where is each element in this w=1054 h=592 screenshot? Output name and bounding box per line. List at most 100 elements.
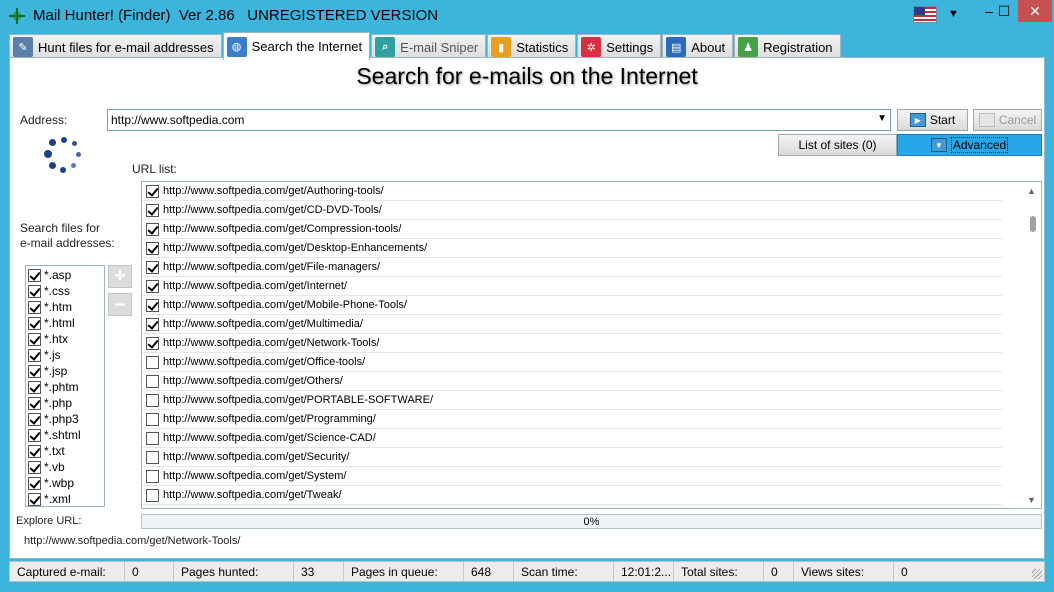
start-button[interactable]: ▶ Start [897, 109, 968, 131]
extension-list: *.asp *.css *.htm *.html *.htx *.js *.js… [25, 265, 105, 507]
cancel-button-label: Cancel [998, 113, 1037, 127]
list-item[interactable]: *.txt [26, 443, 104, 459]
checkbox[interactable] [28, 396, 41, 410]
tab-registration[interactable]: ♟ Registration [734, 34, 841, 59]
extension-label: *.htm [44, 300, 73, 314]
remove-extension-button[interactable]: – [108, 293, 132, 316]
tab-search-internet[interactable]: ◍ Search the Internet [222, 32, 371, 60]
list-item[interactable]: *.htx [26, 331, 104, 347]
table-row[interactable]: http://www.softpedia.com/get/PORTABLE-SO… [142, 391, 1002, 410]
url-list-scrollbar[interactable]: ▲ ▼ [1024, 182, 1041, 508]
list-item[interactable]: *.xml [26, 491, 104, 507]
checkbox[interactable] [146, 355, 159, 369]
url-text: http://www.softpedia.com/get/Multimedia/ [163, 318, 363, 330]
table-row[interactable]: http://www.softpedia.com/get/Desktop-Enh… [142, 239, 1002, 258]
list-item[interactable]: *.jsp [26, 363, 104, 379]
checkbox[interactable] [146, 241, 159, 255]
language-dropdown-icon[interactable]: ▼ [948, 8, 959, 20]
checkbox[interactable] [28, 492, 41, 506]
table-row[interactable]: http://www.softpedia.com/get/Multimedia/ [142, 315, 1002, 334]
chevron-down-icon[interactable]: ▼ [877, 113, 887, 124]
checkbox[interactable] [146, 279, 159, 293]
scroll-down-icon[interactable]: ▼ [1027, 495, 1036, 505]
checkbox[interactable] [28, 412, 41, 426]
checkbox[interactable] [146, 184, 159, 198]
tab-settings[interactable]: ✲ Settings [577, 34, 662, 59]
table-row[interactable]: http://www.softpedia.com/get/System/ [142, 467, 1002, 486]
table-row[interactable]: http://www.softpedia.com/get/Mobile-Phon… [142, 296, 1002, 315]
loading-spinner-icon [44, 137, 84, 177]
checkbox[interactable] [28, 268, 41, 282]
checkbox[interactable] [146, 393, 159, 407]
list-item[interactable]: *.asp [26, 267, 104, 283]
checkbox[interactable] [28, 332, 41, 346]
checkbox[interactable] [146, 317, 159, 331]
table-row[interactable]: http://www.softpedia.com/get/Office-tool… [142, 353, 1002, 372]
checkbox[interactable] [146, 374, 159, 388]
resize-grip-icon[interactable] [1032, 569, 1042, 579]
table-row[interactable]: http://www.softpedia.com/get/Security/ [142, 448, 1002, 467]
checkbox[interactable] [28, 460, 41, 474]
list-item[interactable]: *.shtml [26, 427, 104, 443]
table-row[interactable]: http://www.softpedia.com/get/Internet/ [142, 277, 1002, 296]
list-item[interactable]: *.css [26, 283, 104, 299]
add-extension-button[interactable]: + [108, 265, 132, 288]
list-item[interactable]: *.js [26, 347, 104, 363]
views-sites-label: Views sites: [794, 562, 894, 581]
table-row[interactable]: http://www.softpedia.com/get/Compression… [142, 220, 1002, 239]
url-text: http://www.softpedia.com/get/PORTABLE-SO… [163, 394, 433, 406]
table-row[interactable]: http://www.softpedia.com/get/Network-Too… [142, 334, 1002, 353]
scroll-thumb[interactable] [1030, 216, 1036, 232]
cancel-button[interactable]: Cancel [973, 109, 1042, 131]
list-item[interactable]: *.php3 [26, 411, 104, 427]
checkbox[interactable] [146, 298, 159, 312]
checkbox[interactable] [28, 380, 41, 394]
search-files-label: Search files for [20, 221, 101, 235]
checkbox[interactable] [28, 284, 41, 298]
url-text: http://www.softpedia.com/get/Internet/ [163, 280, 348, 292]
list-item[interactable]: *.wbp [26, 475, 104, 491]
list-item[interactable]: *.php [26, 395, 104, 411]
table-row[interactable]: http://www.softpedia.com/get/Others/ [142, 372, 1002, 391]
checkbox[interactable] [146, 412, 159, 426]
checkbox[interactable] [146, 450, 159, 464]
table-row[interactable]: http://www.softpedia.com/get/Authoring-t… [142, 182, 1002, 201]
checkbox[interactable] [146, 431, 159, 445]
maximize-button[interactable]: ☐ [992, 0, 1016, 22]
table-row[interactable]: http://www.softpedia.com/get/File-manage… [142, 258, 1002, 277]
advanced-button[interactable]: ▼ Advanced [897, 134, 1042, 156]
checkbox[interactable] [28, 316, 41, 330]
checkbox[interactable] [146, 260, 159, 274]
tab-email-sniper[interactable]: ⌕ E-mail Sniper [371, 34, 487, 59]
list-item[interactable]: *.phtm [26, 379, 104, 395]
checkbox[interactable] [28, 444, 41, 458]
tab-statistics[interactable]: ▮ Statistics [487, 34, 577, 59]
checkbox[interactable] [146, 488, 159, 502]
url-text: http://www.softpedia.com/get/Tweak/ [163, 489, 342, 501]
table-row[interactable]: http://www.softpedia.com/get/Programming… [142, 410, 1002, 429]
checkbox[interactable] [146, 222, 159, 236]
checkbox[interactable] [28, 300, 41, 314]
tab-hunt-files[interactable]: ✎ Hunt files for e-mail addresses [9, 34, 222, 59]
address-combobox[interactable]: ▼ [107, 109, 891, 131]
list-of-sites-button[interactable]: List of sites (0) [778, 134, 897, 156]
list-item[interactable]: *.htm [26, 299, 104, 315]
checkbox[interactable] [146, 336, 159, 350]
us-flag-icon[interactable] [913, 6, 937, 23]
address-input[interactable] [108, 110, 868, 130]
checkbox[interactable] [28, 348, 41, 362]
scroll-up-icon[interactable]: ▲ [1027, 186, 1036, 196]
scan-time-value: 12:01:2... [614, 562, 674, 581]
checkbox[interactable] [28, 364, 41, 378]
checkbox[interactable] [146, 469, 159, 483]
table-row[interactable]: http://www.softpedia.com/get/CD-DVD-Tool… [142, 201, 1002, 220]
tab-about[interactable]: ▤ About [662, 34, 734, 59]
table-row[interactable]: http://www.softpedia.com/get/Science-CAD… [142, 429, 1002, 448]
checkbox[interactable] [28, 476, 41, 490]
checkbox[interactable] [28, 428, 41, 442]
list-item[interactable]: *.vb [26, 459, 104, 475]
table-row[interactable]: http://www.softpedia.com/get/Tweak/ [142, 486, 1002, 505]
checkbox[interactable] [146, 203, 159, 217]
close-button[interactable]: ✕ [1018, 0, 1052, 22]
list-item[interactable]: *.html [26, 315, 104, 331]
